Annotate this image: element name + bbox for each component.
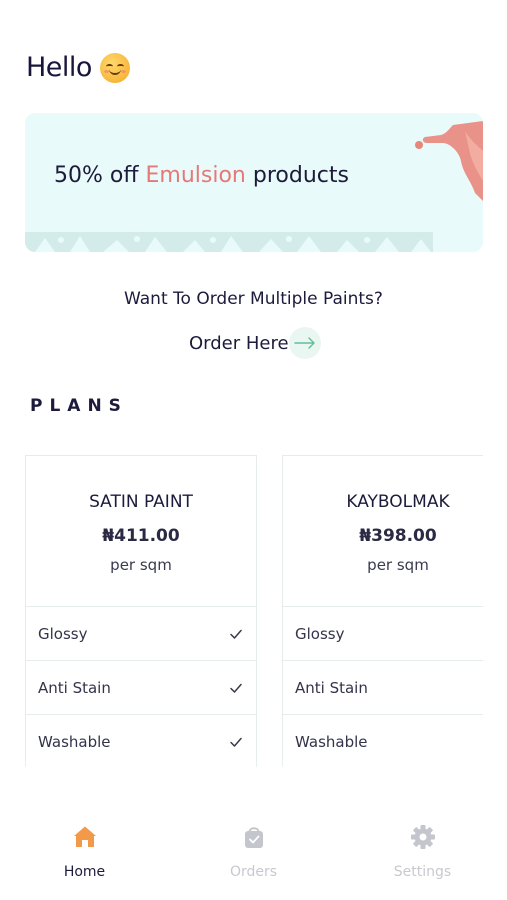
- plan-feature-row: Anti Stain: [26, 661, 256, 715]
- nav-label-settings: Settings: [393, 864, 452, 880]
- plan-feature-row: Glossy: [283, 607, 483, 661]
- plan-name: KAYBOLMAK: [346, 492, 450, 512]
- plan-feature-row: Anti Stain: [283, 661, 483, 715]
- order-here-label: Order Here: [189, 332, 289, 354]
- nav-item-home[interactable]: Home: [0, 790, 169, 900]
- checkmark-icon: [230, 683, 242, 693]
- feature-label: Anti Stain: [295, 678, 368, 697]
- promo-text-suffix: products: [245, 163, 349, 188]
- nav-item-orders[interactable]: Orders: [169, 790, 338, 900]
- promo-text-prefix: 50% off: [54, 163, 146, 188]
- feature-label: Glossy: [295, 624, 345, 643]
- promo-text: 50% off Emulsion products: [54, 163, 349, 188]
- greeting-text: Hello: [26, 52, 92, 83]
- smiling-face-icon: [99, 52, 130, 83]
- greeting-header: Hello: [26, 52, 130, 83]
- arrow-right-icon: [288, 327, 321, 359]
- nav-item-settings[interactable]: Settings: [338, 790, 507, 900]
- checkmark-icon: [230, 629, 242, 639]
- multi-order-title: Want To Order Multiple Paints?: [124, 289, 383, 309]
- checkmark-icon: [230, 737, 242, 747]
- plan-card[interactable]: SATIN PAINT ₦411.00 per sqm Glossy Anti …: [25, 455, 257, 767]
- promo-banner[interactable]: 50% off Emulsion products: [25, 113, 483, 252]
- plan-feature-row: Glossy: [26, 607, 256, 661]
- order-here-link[interactable]: Order Here: [189, 327, 321, 359]
- plans-section-title: PLANS: [30, 396, 128, 416]
- gear-icon: [410, 825, 435, 849]
- bottom-navigation: Home Orders Settings: [0, 790, 507, 900]
- feature-label: Anti Stain: [38, 678, 111, 697]
- plans-carousel[interactable]: SATIN PAINT ₦411.00 per sqm Glossy Anti …: [25, 455, 483, 767]
- feature-label: Washable: [38, 732, 111, 751]
- paint-splash-icon: [415, 121, 483, 201]
- shopping-bag-icon: [244, 827, 263, 848]
- plan-price: ₦398.00: [359, 526, 437, 546]
- nav-label-home: Home: [63, 864, 106, 880]
- plan-name: SATIN PAINT: [89, 492, 193, 512]
- plan-card[interactable]: KAYBOLMAK ₦398.00 per sqm Glossy Anti St…: [282, 455, 483, 767]
- plan-price: ₦411.00: [102, 526, 180, 546]
- promo-text-accent: Emulsion: [145, 163, 246, 188]
- feature-label: Washable: [295, 732, 368, 751]
- plan-unit: per sqm: [367, 556, 429, 574]
- plan-header: KAYBOLMAK ₦398.00 per sqm: [283, 456, 483, 607]
- home-icon: [73, 826, 96, 847]
- plan-header: SATIN PAINT ₦411.00 per sqm: [26, 456, 256, 607]
- plan-unit: per sqm: [110, 556, 172, 574]
- decorative-pattern: [25, 232, 433, 252]
- nav-label-orders: Orders: [229, 864, 278, 880]
- feature-label: Glossy: [38, 624, 88, 643]
